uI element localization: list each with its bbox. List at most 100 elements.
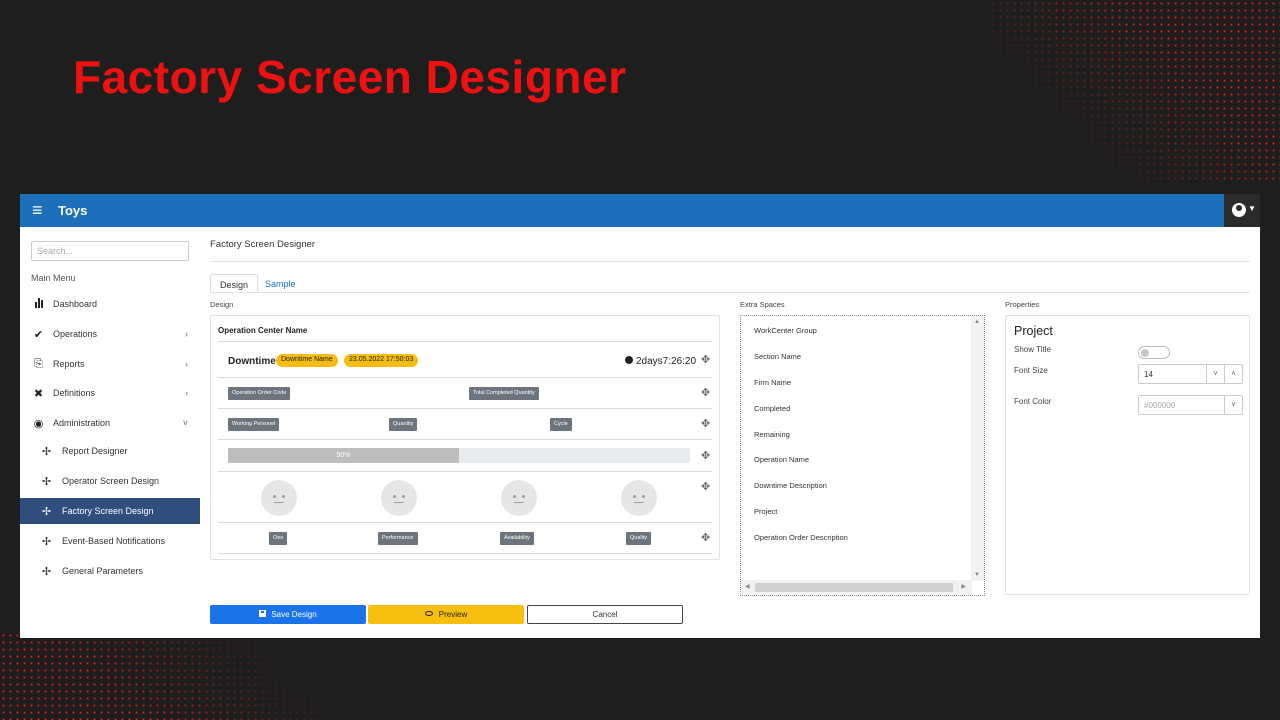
performance-badge[interactable]: Performance — [378, 532, 418, 545]
scroll-down-icon[interactable]: ▼ — [974, 572, 980, 578]
progress-bar[interactable]: 50% — [228, 448, 690, 463]
list-item[interactable]: Firm Name — [754, 378, 791, 387]
arrows-move-icon: ✢ — [41, 445, 52, 458]
move-handle-icon[interactable]: ✥ — [701, 482, 710, 493]
oee-gauge-face[interactable] — [261, 480, 297, 516]
row-divider — [218, 408, 712, 409]
downtime-title[interactable]: Downtime — [228, 356, 276, 367]
sidebar-item-factory-screen-design[interactable]: ✢ Factory Screen Design — [20, 498, 200, 524]
sidebar-item-administration[interactable]: ◉ Administration ˅ — [20, 410, 200, 436]
move-handle-icon[interactable]: ✥ — [701, 355, 710, 366]
list-item[interactable]: Completed — [754, 404, 790, 413]
sidebar-item-label: Reports — [53, 359, 85, 369]
chevron-down-icon[interactable]: ˅ — [1224, 396, 1242, 414]
list-item[interactable]: Remaining — [754, 430, 790, 439]
sidebar-item-definitions[interactable]: ✖ Definitions › — [20, 380, 200, 406]
chevron-right-icon: › — [185, 388, 188, 398]
list-item[interactable]: Downtime Description — [754, 481, 827, 490]
save-design-button[interactable]: Save Design — [210, 605, 366, 624]
row-divider — [218, 341, 712, 342]
sidebar-item-operator-screen-design[interactable]: ✢ Operator Screen Design — [20, 468, 200, 494]
sidebar-item-general-parameters[interactable]: ✢ General Parameters — [20, 558, 200, 584]
move-handle-icon[interactable]: ✥ — [701, 451, 710, 462]
scroll-right-icon[interactable]: ▶ — [961, 583, 966, 590]
operation-order-code-badge[interactable]: Operation Order Code — [228, 387, 291, 400]
move-handle-icon[interactable]: ✥ — [701, 388, 710, 399]
downtime-date-badge[interactable]: 23.05.2022 17:50:03 — [344, 354, 419, 367]
main-content: Factory Screen Designer Design Sample De… — [200, 227, 1260, 638]
performance-gauge-face[interactable] — [381, 480, 417, 516]
decorative-dot-pattern-bottom — [0, 632, 330, 720]
font-size-label: Font Size — [1014, 366, 1048, 375]
design-canvas: Operation Center Name Downtime Downtime … — [210, 315, 720, 560]
row-divider — [218, 439, 712, 440]
scroll-left-icon[interactable]: ◀ — [745, 583, 750, 590]
row-divider — [218, 522, 712, 523]
show-title-label: Show Title — [1014, 345, 1051, 354]
preview-button[interactable]: Preview — [368, 605, 524, 624]
horizontal-scrollbar[interactable]: ◀ ▶ — [741, 580, 972, 595]
working-personel-badge[interactable]: Working Personel — [228, 418, 280, 431]
extra-spaces-section-label: Extra Spaces — [740, 300, 785, 309]
move-handle-icon[interactable]: ✥ — [701, 533, 710, 544]
progress-fill: 50% — [228, 448, 459, 463]
sidebar-item-operations[interactable]: ✔ Operations › — [20, 321, 200, 347]
row-divider — [218, 471, 712, 472]
tab-design[interactable]: Design — [210, 274, 259, 293]
divider — [210, 261, 1250, 262]
main-menu-label: Main Menu — [31, 273, 76, 283]
sidebar-item-label: Dashboard — [53, 299, 98, 309]
chevron-up-icon[interactable]: ˄ — [1224, 365, 1242, 383]
list-item[interactable]: Project — [754, 507, 777, 516]
satellite-dish-icon: ✔ — [33, 328, 44, 341]
sidebar-search-input[interactable] — [31, 241, 189, 261]
sidebar-item-label: Administration — [53, 418, 111, 428]
hamburger-icon[interactable]: ≡ — [32, 201, 43, 219]
show-title-toggle[interactable] — [1138, 346, 1170, 359]
sidebar-item-reports[interactable]: ⎘ Reports › — [20, 351, 200, 377]
scroll-up-icon[interactable]: ▲ — [974, 319, 980, 325]
row-divider — [218, 377, 712, 378]
cycle-badge[interactable]: Cycle — [550, 418, 572, 431]
timer-value: 2days7:26:20 — [636, 356, 697, 367]
properties-section-label: Properties — [1005, 300, 1040, 309]
downtime-timer[interactable]: 2days7:26:20 — [625, 356, 696, 367]
font-size-value: 14 — [1144, 370, 1153, 379]
cancel-button[interactable]: Cancel — [527, 605, 683, 624]
quantity-badge[interactable]: Quantity — [389, 418, 418, 431]
row-divider — [218, 553, 712, 554]
list-item[interactable]: Operation Order Description — [754, 533, 848, 542]
save-icon — [259, 610, 267, 617]
chevron-down-icon[interactable]: ˅ — [1206, 365, 1224, 383]
oee-badge[interactable]: Oee — [269, 532, 288, 545]
extra-spaces-list[interactable]: WorkCenter Group Section Name Firm Name … — [740, 315, 985, 596]
page-title: Factory Screen Designer — [210, 239, 316, 250]
user-menu-button[interactable]: ▼ — [1224, 194, 1260, 227]
chevron-right-icon: › — [185, 359, 188, 369]
sidebar-item-report-designer[interactable]: ✢ Report Designer — [20, 438, 200, 464]
user-shield-icon: ◉ — [33, 417, 44, 430]
list-item[interactable]: WorkCenter Group — [754, 326, 817, 335]
operation-center-name[interactable]: Operation Center Name — [218, 326, 307, 335]
sidebar-item-label: General Parameters — [62, 566, 144, 576]
availability-badge[interactable]: Availability — [500, 532, 534, 545]
move-handle-icon[interactable]: ✥ — [701, 419, 710, 430]
list-item[interactable]: Section Name — [754, 352, 801, 361]
vertical-scrollbar[interactable]: ▲ ▼ — [971, 316, 984, 581]
sidebar-item-event-based-notifications[interactable]: ✢ Event-Based Notifications — [20, 528, 200, 554]
quality-gauge-face[interactable] — [621, 480, 657, 516]
caret-down-icon: ▼ — [1248, 204, 1256, 213]
list-item[interactable]: Operation Name — [754, 455, 809, 464]
downtime-name-badge[interactable]: Downtime Name — [276, 354, 338, 367]
tab-sample[interactable]: Sample — [256, 274, 305, 293]
font-size-stepper[interactable]: 14 ˅ ˄ — [1138, 364, 1243, 384]
total-completed-quantity-badge[interactable]: Total Completed Quantity — [469, 387, 539, 400]
printer-icon: ⎘ — [34, 357, 43, 370]
font-color-label: Font Color — [1014, 397, 1052, 406]
quality-badge[interactable]: Quality — [626, 532, 652, 545]
design-section-label: Design — [210, 300, 234, 309]
font-color-picker[interactable]: #000000 ˅ — [1138, 395, 1243, 415]
sidebar-item-dashboard[interactable]: Dashboard — [20, 291, 200, 317]
availability-gauge-face[interactable] — [501, 480, 537, 516]
scroll-thumb[interactable] — [755, 583, 953, 592]
